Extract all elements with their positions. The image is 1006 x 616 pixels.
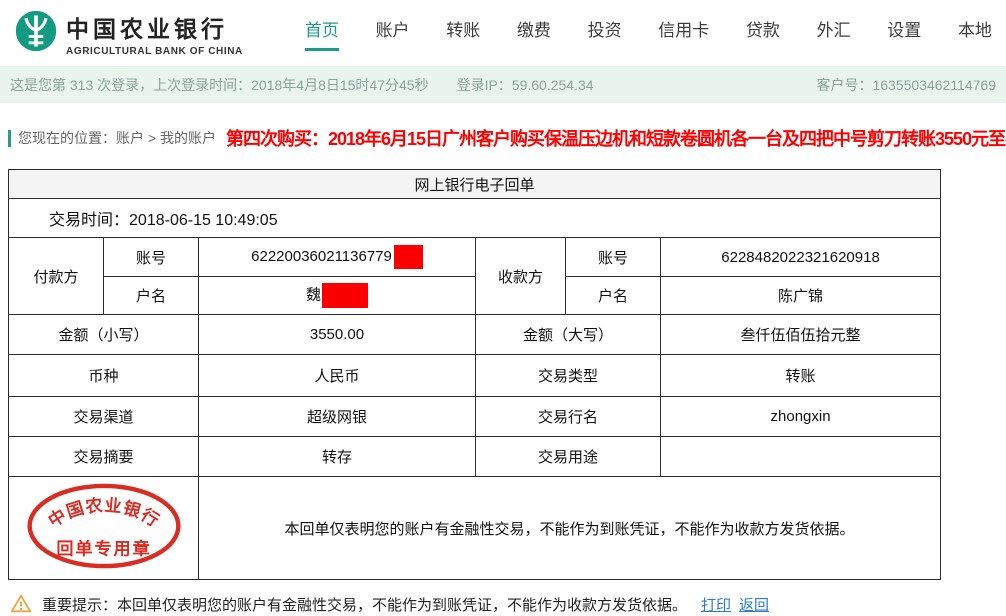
notice-label: 重要提示： <box>42 594 117 615</box>
nav-item-credit-card[interactable]: 信用卡 <box>658 16 709 51</box>
amount-upper-value: 叁仟伍佰伍拾元整 <box>661 315 941 355</box>
print-link[interactable]: 打印 <box>701 594 731 615</box>
nav-item-transfer[interactable]: 转账 <box>446 16 480 51</box>
nav-item-local[interactable]: 本地 <box>958 16 992 51</box>
purpose-label: 交易用途 <box>476 437 661 477</box>
app-header: 中国农业银行 AGRICULTURAL BANK OF CHINA 首页 账户 … <box>0 0 1006 66</box>
back-link[interactable]: 返回 <box>739 594 769 615</box>
transaction-time-label: 交易时间： <box>49 212 129 229</box>
tx-type-value: 转账 <box>661 355 941 397</box>
tx-type-label: 交易类型 <box>476 355 661 397</box>
summary-label: 交易摘要 <box>9 437 199 477</box>
payee-name-label: 户名 <box>566 277 661 315</box>
main-nav: 首页 账户 转账 缴费 投资 信用卡 贷款 外汇 设置 本地 <box>305 16 1006 51</box>
e-receipt-table: 网上银行电子回单 交易时间：2018-06-15 10:49:05 付款方 账号… <box>8 169 941 580</box>
nav-item-settings[interactable]: 设置 <box>887 16 921 51</box>
notice-text: 本回单仅表明您的账户有金融性交易，不能作为到账凭证，不能作为收款方发货依据。 <box>117 594 687 615</box>
bank-logo: 中国农业银行 AGRICULTURAL BANK OF CHINA <box>14 9 243 58</box>
bank-seal-stamp: 中国农业银行 回单专用章 <box>25 558 183 575</box>
login-status-bar: 这是您第 313 次登录，上次登录时间：2018年4月8日15时47分45秒 登… <box>0 66 1006 103</box>
bank-name-en: AGRICULTURAL BANK OF CHINA <box>66 46 243 57</box>
redaction-block <box>322 283 368 308</box>
receipt-stamp-cell: 中国农业银行 回单专用章 <box>9 477 199 580</box>
receipt-disclaimer: 本回单仅表明您的账户有金融性交易，不能作为到账凭证，不能作为收款方发货依据。 <box>199 477 941 580</box>
footer-notice: 重要提示：本回单仅表明您的账户有金融性交易，不能作为到账凭证，不能作为收款方发货… <box>10 593 1006 615</box>
payer-name-cell: 魏 <box>199 277 476 315</box>
nav-item-home[interactable]: 首页 <box>305 16 339 51</box>
transaction-time-cell: 交易时间：2018-06-15 10:49:05 <box>9 199 941 238</box>
purpose-value <box>661 437 941 477</box>
payer-name-value: 魏 <box>306 286 321 303</box>
summary-value: 转存 <box>199 437 476 477</box>
payer-role-cell: 付款方 <box>9 238 104 315</box>
customer-number-text: 客户号：1635503462114769 <box>816 75 996 95</box>
svg-text:回单专用章: 回单专用章 <box>56 538 151 558</box>
receipt-title: 网上银行电子回单 <box>9 170 941 199</box>
nav-item-forex[interactable]: 外汇 <box>817 16 851 51</box>
warning-icon <box>10 593 32 615</box>
bank-name-cn: 中国农业银行 <box>66 10 243 44</box>
payee-account-value: 6228482022321620918 <box>661 238 941 277</box>
svg-text:中国农业银行: 中国农业银行 <box>44 495 163 531</box>
login-ip-text: 登录IP：59.60.254.34 <box>457 75 594 95</box>
bank-name-value: zhongxin <box>661 397 941 437</box>
amount-upper-label: 金额（大写） <box>476 315 661 355</box>
currency-label: 币种 <box>9 355 199 397</box>
abc-bank-icon <box>14 9 58 58</box>
currency-value: 人民币 <box>199 355 476 397</box>
nav-item-investment[interactable]: 投资 <box>588 16 622 51</box>
channel-label: 交易渠道 <box>9 397 199 437</box>
breadcrumb-accent-bar <box>8 130 11 147</box>
nav-item-loans[interactable]: 贷款 <box>746 16 780 51</box>
payee-account-label: 账号 <box>566 238 661 277</box>
breadcrumb: 您现在的位置：账户 > 我的账户 <box>18 128 216 148</box>
nav-item-payments[interactable]: 缴费 <box>517 16 551 51</box>
channel-value: 超级网银 <box>199 397 476 437</box>
breadcrumb-row: 您现在的位置：账户 > 我的账户 第四次购买：2018年6月15日广州客户购买保… <box>0 124 1006 152</box>
nav-item-accounts[interactable]: 账户 <box>376 16 410 51</box>
payer-account-label: 账号 <box>104 238 199 277</box>
redaction-block <box>394 245 423 269</box>
purchase-annotation-text: 第四次购买：2018年6月15日广州客户购买保温压边机和短款卷圆机各一台及四把中… <box>226 125 1006 151</box>
payee-role-cell: 收款方 <box>476 238 566 315</box>
login-count-text: 这是您第 313 次登录，上次登录时间：2018年4月8日15时47分45秒 <box>10 75 429 95</box>
payer-account-value: 62220036021136779 <box>251 248 392 265</box>
transaction-time-value: 2018-06-15 10:49:05 <box>129 212 278 229</box>
amount-lower-value: 3550.00 <box>199 315 476 355</box>
payee-name-value: 陈广锦 <box>661 277 941 315</box>
payer-name-label: 户名 <box>104 277 199 315</box>
payer-account-cell: 62220036021136779 <box>199 238 476 277</box>
bank-name-label: 交易行名 <box>476 397 661 437</box>
amount-lower-label: 金额（小写） <box>9 315 199 355</box>
